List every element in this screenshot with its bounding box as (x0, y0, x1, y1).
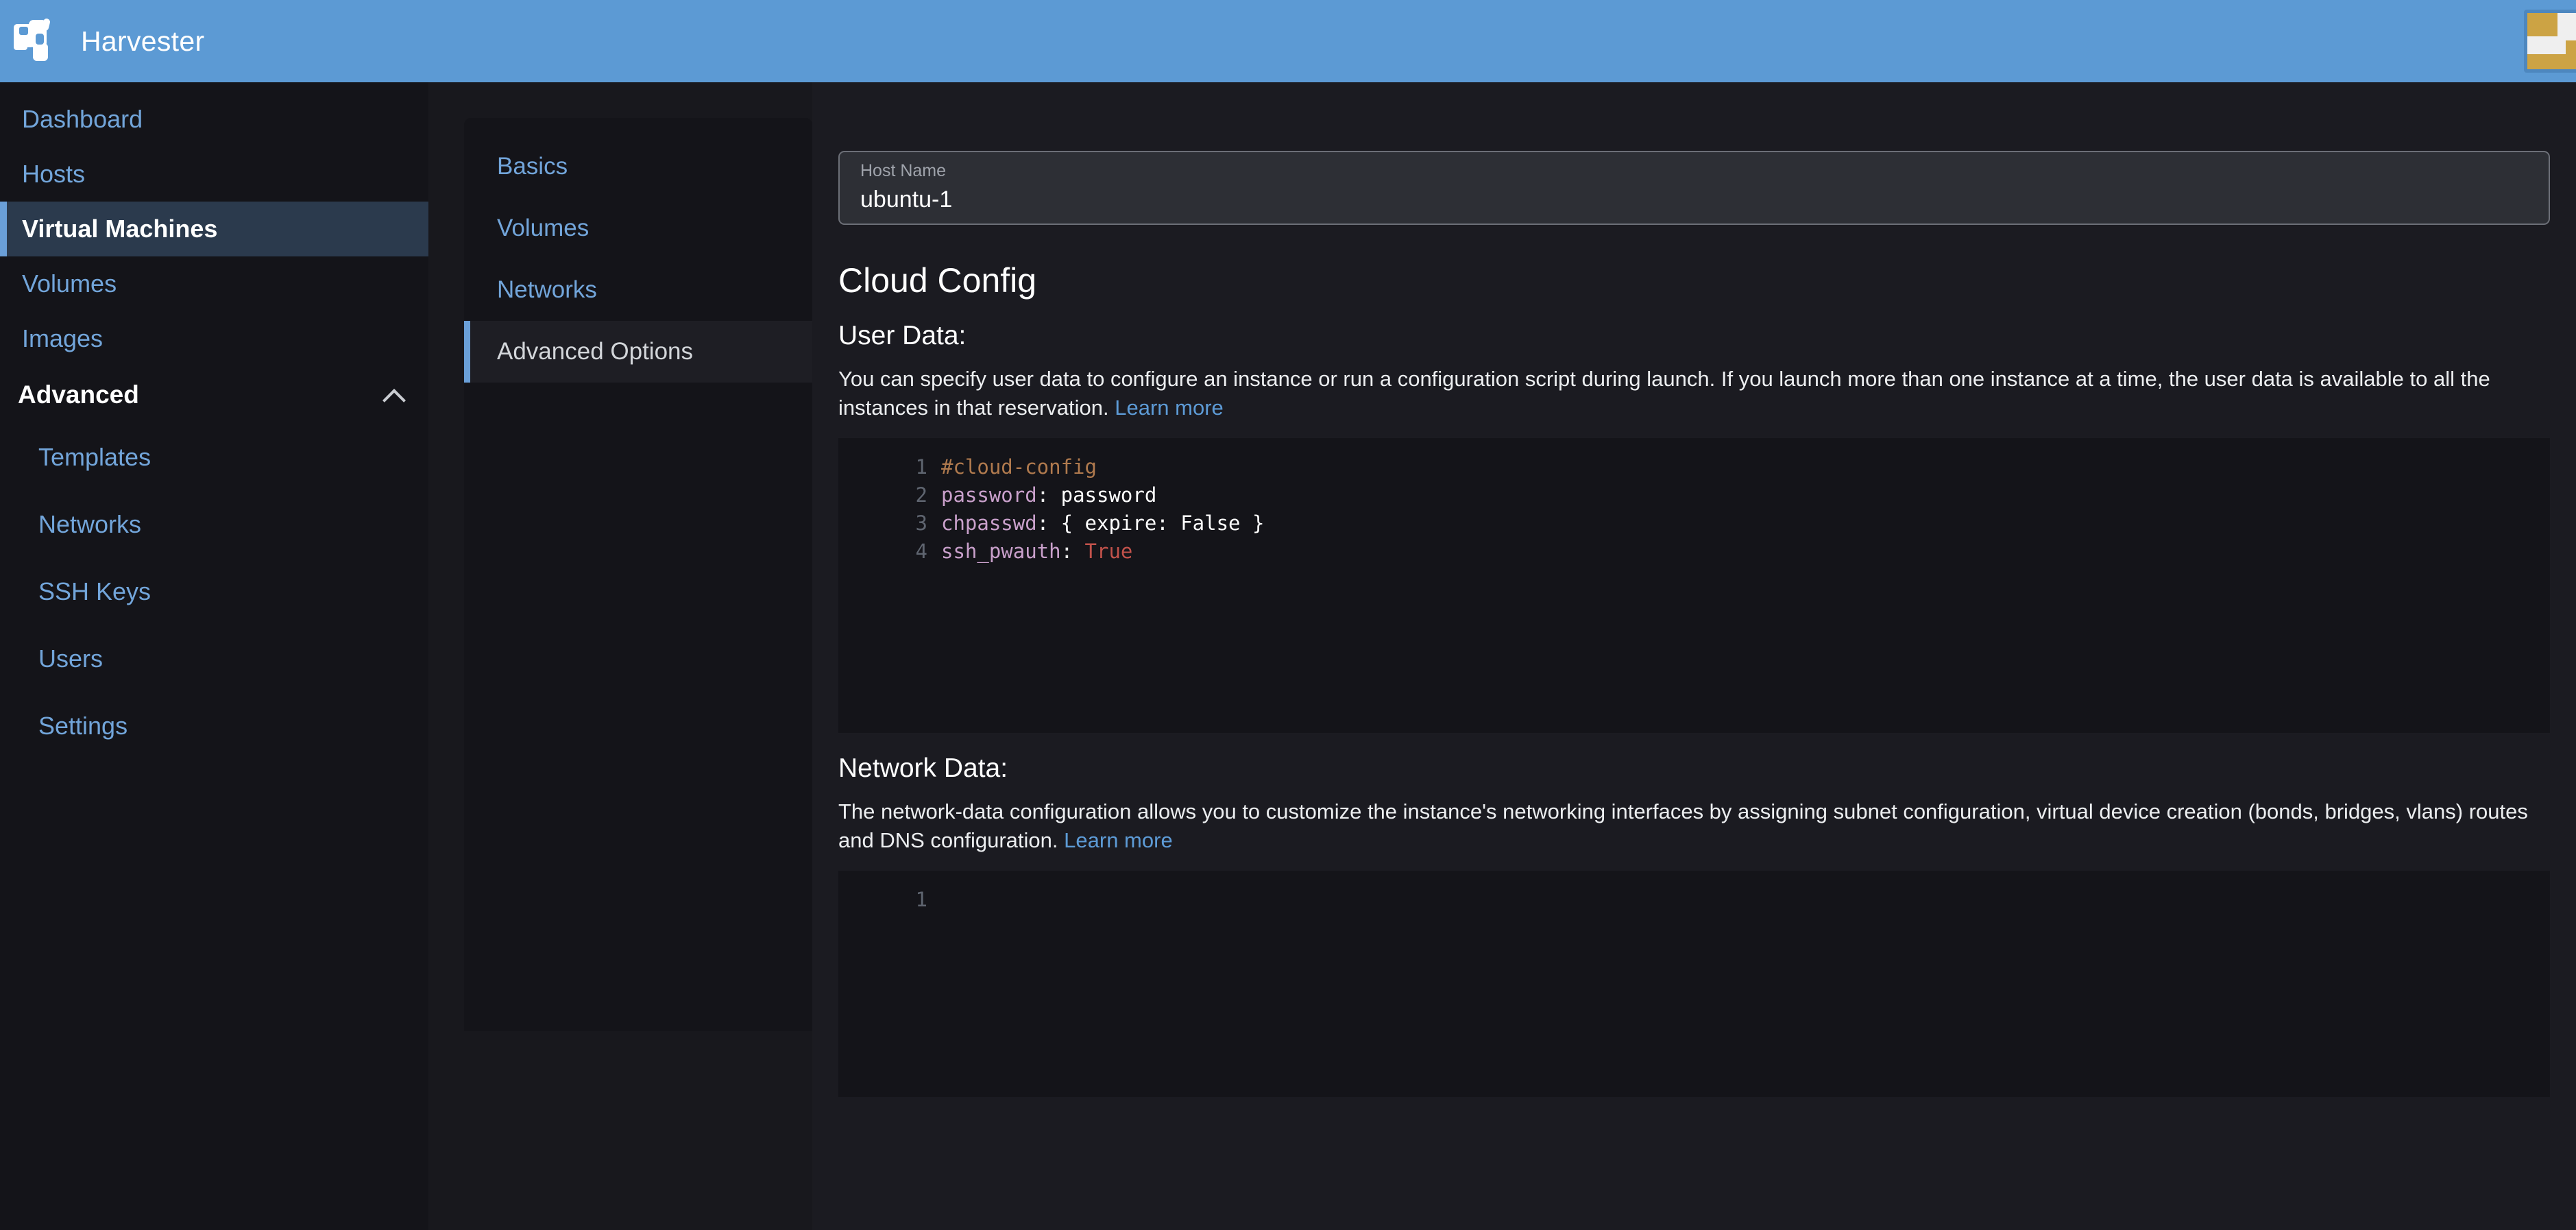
hostname-field[interactable]: Host Name ubuntu-1 (838, 151, 2550, 225)
sidebar-item-label: Templates (38, 443, 151, 471)
hostname-input[interactable]: ubuntu-1 (860, 186, 2528, 213)
network-data-code-editor[interactable]: 1 (838, 871, 2550, 1098)
sidebar-item-label: Volumes (22, 269, 117, 298)
sidebar-item-label: Hosts (22, 160, 86, 188)
sidebar-item-users[interactable]: Users (0, 625, 428, 692)
harvester-vm-create-page: Harvester Dashboard Hosts Virtual Machin… (0, 0, 2576, 1230)
sidebar-item-dashboard[interactable]: Dashboard (0, 92, 428, 147)
user-data-description: You can specify user data to configure a… (838, 365, 2550, 422)
network-data-learn-more-link[interactable]: Learn more (1064, 828, 1173, 852)
network-data-title: Network Data: (838, 753, 1008, 784)
sidebar-item-images[interactable]: Images (0, 311, 428, 366)
line-number: 3 (915, 511, 927, 535)
primary-nav: Dashboard Hosts Virtual Machines Volumes… (0, 82, 428, 760)
tab-label: Basics (497, 153, 568, 180)
code-line: 1 #cloud-config (838, 453, 2550, 481)
sidebar-item-label: Networks (38, 510, 142, 538)
hostname-label: Host Name (860, 161, 947, 180)
brand-name: Harvester (81, 25, 205, 57)
code-text: ssh_pwauth: True (941, 540, 1133, 564)
tab-label: Networks (497, 276, 597, 303)
tab-basics[interactable]: Basics (464, 136, 812, 197)
main-sidebar: Harvester Dashboard Hosts Virtual Machin… (0, 0, 428, 1230)
user-data-code-editor[interactable]: 1 #cloud-config 2 password: password 3 chpass… (838, 438, 2550, 734)
user-avatar-icon[interactable] (2524, 10, 2576, 73)
sidebar-group-advanced[interactable]: Advanced (0, 366, 428, 424)
sidebar-item-networks[interactable]: Networks (0, 491, 428, 558)
sidebar-item-templates[interactable]: Templates (0, 424, 428, 491)
sidebar-item-label: SSH Keys (38, 577, 151, 605)
sidebar-item-ssh-keys[interactable]: SSH Keys (0, 558, 428, 625)
user-data-description-text: You can specify user data to configure a… (838, 367, 2490, 420)
line-number: 2 (915, 483, 927, 507)
harvester-logo-icon (12, 17, 66, 65)
form-tab-panel: Basics Volumes Networks Advanced Options (464, 118, 812, 1031)
tab-networks[interactable]: Networks (464, 259, 812, 321)
tab-label: Volumes (497, 215, 590, 241)
sidebar-item-label: Users (38, 644, 104, 673)
code-text: chpasswd: { expire: False } (941, 511, 1265, 535)
sidebar-item-label: Virtual Machines (22, 215, 218, 243)
sidebar-item-hosts[interactable]: Hosts (0, 147, 428, 202)
chevron-up-icon[interactable] (383, 383, 406, 407)
network-data-description: The network-data configuration allows yo… (838, 797, 2550, 854)
sidebar-item-label: Images (22, 324, 104, 352)
sidebar-item-label: Dashboard (22, 105, 143, 133)
code-line: 1 (838, 886, 2550, 914)
code-text: #cloud-config (941, 455, 1097, 479)
code-line: 2 password: password (838, 481, 2550, 509)
sidebar-item-label: Settings (38, 712, 128, 740)
code-text: password: password (941, 483, 1157, 507)
user-data-title: User Data: (838, 321, 967, 350)
sidebar-item-virtual-machines[interactable]: Virtual Machines (0, 202, 428, 256)
top-header-bar (428, 0, 2576, 82)
code-line: 3 chpasswd: { expire: False } (838, 509, 2550, 538)
sidebar-item-settings[interactable]: Settings (0, 692, 428, 760)
cloud-config-title: Cloud Config (838, 261, 1037, 300)
tab-advanced-options[interactable]: Advanced Options (464, 321, 812, 383)
tab-label: Advanced Options (497, 338, 694, 365)
sidebar-item-volumes[interactable]: Volumes (0, 256, 428, 311)
line-number: 1 (915, 888, 927, 912)
brand-header[interactable]: Harvester (0, 0, 428, 82)
line-number: 4 (915, 540, 927, 564)
code-line: 4 ssh_pwauth: True (838, 538, 2550, 566)
line-number: 1 (915, 455, 927, 479)
user-data-learn-more-link[interactable]: Learn more (1115, 396, 1224, 420)
main-content-area: Host Name ubuntu-1 Cloud Config User Dat… (812, 82, 2576, 1230)
sidebar-group-label: Advanced (18, 381, 139, 409)
tab-volumes[interactable]: Volumes (464, 197, 812, 259)
